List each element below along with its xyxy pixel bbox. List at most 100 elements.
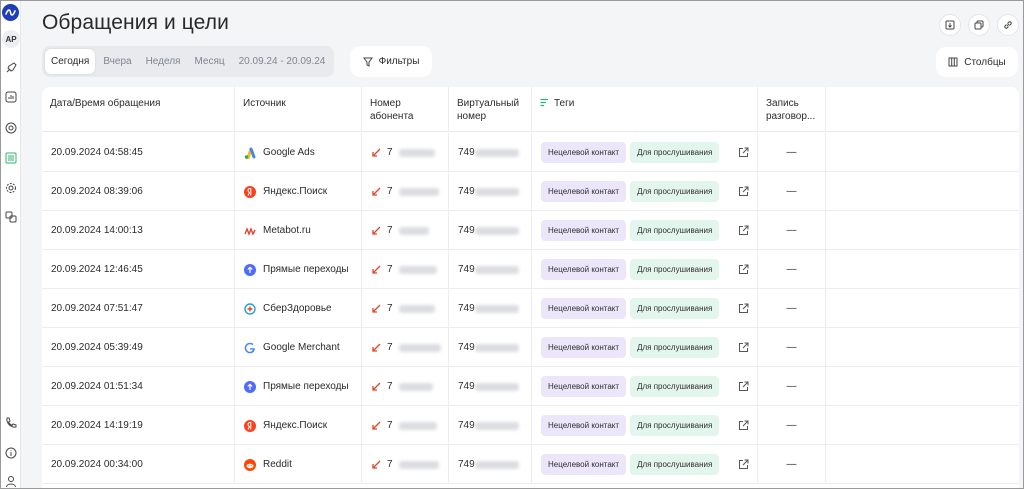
sort-icon[interactable]	[540, 98, 549, 107]
avatar[interactable]: АР	[2, 30, 20, 48]
col-header-source[interactable]: Источник	[235, 87, 362, 132]
source-name: Яндекс.Поиск	[263, 420, 328, 431]
cell-caller-number[interactable]: 7	[362, 133, 449, 172]
download-icon[interactable]	[939, 14, 961, 36]
filters-label: Фильтры	[378, 56, 420, 67]
tag-non-target[interactable]: Нецелевой контакт	[541, 415, 627, 436]
info-icon[interactable]	[4, 446, 18, 460]
tab-yesterday[interactable]: Вчера	[97, 49, 137, 74]
tag-non-target[interactable]: Нецелевой контакт	[541, 181, 627, 202]
virtual-number-prefix: 749	[458, 381, 475, 392]
gear-icon[interactable]	[4, 181, 18, 195]
caller-number-redacted	[398, 304, 435, 313]
rocket-icon[interactable]	[4, 61, 18, 75]
table-row[interactable]: 20.09.2024 14:00:13 Metabot.ru 7 749 Нецелев…	[42, 211, 1019, 250]
edit-tags-icon[interactable]	[737, 147, 749, 159]
tag-non-target[interactable]: Нецелевой контакт	[541, 220, 627, 241]
link-icon[interactable]	[997, 14, 1019, 36]
tag-non-target[interactable]: Нецелевой контакт	[541, 376, 627, 397]
table-row[interactable]: 20.09.2024 07:51:47 СберЗдоровье 7 749 Нецел…	[42, 289, 1019, 328]
cell-caller-number[interactable]: 7	[362, 406, 449, 445]
tab-week[interactable]: Неделя	[140, 49, 187, 74]
virtual-number-redacted	[474, 226, 519, 235]
edit-tags-icon[interactable]	[737, 264, 749, 276]
table-row[interactable]: 20.09.2024 08:39:06 Яндекс.Поиск 7 749 Нецел…	[42, 172, 1019, 211]
cell-empty	[826, 133, 1019, 172]
table-row[interactable]: 20.09.2024 12:46:45 Прямые переходы 7 749 Не…	[42, 250, 1019, 289]
col-header-date[interactable]: Дата/Время обращения	[42, 87, 235, 132]
call-datetime: 20.09.2024 01:51:34	[51, 381, 143, 392]
tag-for-listening[interactable]: Для прослушивания	[630, 415, 720, 436]
edit-tags-icon[interactable]	[737, 186, 749, 198]
cell-virtual-number: 749	[449, 445, 532, 484]
cell-tags: Нецелевой контакт Для прослушивания	[532, 211, 758, 250]
tag-for-listening[interactable]: Для прослушивания	[630, 376, 720, 397]
direct-visit-icon	[244, 263, 256, 276]
app-window: АР Обращения и цели Сегодня Вчера Неделя…	[0, 0, 1024, 489]
copy-icon[interactable]	[968, 14, 990, 36]
bar-chart-icon[interactable]	[4, 90, 18, 104]
list-icon[interactable]	[4, 151, 18, 165]
tab-custom-range[interactable]: 20.09.24 - 20.09.24	[233, 49, 332, 74]
cell-caller-number[interactable]: 7	[362, 250, 449, 289]
google-icon	[244, 342, 256, 354]
edit-tags-icon[interactable]	[737, 225, 749, 237]
tag-for-listening[interactable]: Для прослушивания	[630, 298, 720, 319]
cell-caller-number[interactable]: 7	[362, 445, 449, 484]
edit-tags-icon[interactable]	[737, 459, 749, 471]
tag-non-target[interactable]: Нецелевой контакт	[541, 259, 627, 280]
incoming-call-icon	[371, 421, 381, 431]
table-row[interactable]: 20.09.2024 05:39:49 Google Merchant 7 749 Не…	[42, 328, 1019, 367]
logo-icon[interactable]	[2, 4, 19, 21]
incoming-call-icon	[371, 265, 381, 275]
table-row[interactable]: 20.09.2024 00:34:00 Reddit 7 749 Нецелевой к…	[42, 445, 1019, 484]
tag-for-listening[interactable]: Для прослушивания	[630, 454, 720, 475]
filters-button[interactable]: Фильтры	[350, 46, 432, 77]
user-icon[interactable]	[4, 474, 18, 488]
at-sign-icon[interactable]	[4, 121, 18, 135]
cell-caller-number[interactable]: 7	[362, 289, 449, 328]
edit-tags-icon[interactable]	[737, 381, 749, 393]
col-header-number[interactable]: Номер абонента	[362, 87, 449, 132]
metabot-icon	[244, 225, 256, 237]
tag-non-target[interactable]: Нецелевой контакт	[541, 337, 627, 358]
col-header-tags[interactable]: Теги	[532, 87, 758, 132]
cell-caller-number[interactable]: 7	[362, 367, 449, 406]
caller-number-prefix: 7	[387, 264, 393, 275]
cell-tags: Нецелевой контакт Для прослушивания	[532, 445, 758, 484]
source-name: Metabot.ru	[263, 225, 311, 236]
cell-record: —	[758, 406, 826, 445]
cell-caller-number[interactable]: 7	[362, 211, 449, 250]
cell-tags: Нецелевой контакт Для прослушивания	[532, 172, 758, 211]
edit-tags-icon[interactable]	[737, 303, 749, 315]
phone-icon[interactable]	[4, 416, 18, 430]
tag-non-target[interactable]: Нецелевой контакт	[541, 454, 627, 475]
table-row[interactable]: 20.09.2024 04:58:45 Google Ads 7 749 Нецелев…	[42, 133, 1019, 172]
caller-number-prefix: 7	[387, 420, 393, 431]
record-empty: —	[786, 264, 797, 275]
cell-empty	[826, 211, 1019, 250]
tag-for-listening[interactable]: Для прослушивания	[630, 259, 720, 280]
virtual-number-prefix: 749	[458, 342, 475, 353]
integrations-icon[interactable]	[4, 210, 18, 224]
tag-non-target[interactable]: Нецелевой контакт	[541, 298, 627, 319]
edit-tags-icon[interactable]	[737, 420, 749, 432]
table-row[interactable]: 20.09.2024 14:19:19 Яндекс.Поиск 7 749 Нецел…	[42, 406, 1019, 445]
tag-for-listening[interactable]: Для прослушивания	[630, 181, 720, 202]
table-row[interactable]: 20.09.2024 01:51:34 Прямые переходы 7 749 Не…	[42, 367, 1019, 406]
cell-caller-number[interactable]: 7	[362, 172, 449, 211]
tag-for-listening[interactable]: Для прослушивания	[630, 337, 720, 358]
columns-icon	[948, 57, 958, 67]
col-header-virtual-number[interactable]: Виртуальный номер	[449, 87, 532, 132]
cell-source: Яндекс.Поиск	[235, 406, 362, 445]
cell-caller-number[interactable]: 7	[362, 328, 449, 367]
tab-month[interactable]: Месяц	[188, 49, 230, 74]
tag-for-listening[interactable]: Для прослушивания	[630, 220, 720, 241]
tag-for-listening[interactable]: Для прослушивания	[630, 142, 720, 163]
tab-today[interactable]: Сегодня	[45, 49, 96, 74]
columns-button[interactable]: Столбцы	[936, 47, 1018, 77]
edit-tags-icon[interactable]	[737, 342, 749, 354]
incoming-call-icon	[371, 148, 381, 158]
tag-non-target[interactable]: Нецелевой контакт	[541, 142, 627, 163]
col-header-record[interactable]: Запись разговор...	[758, 87, 826, 132]
